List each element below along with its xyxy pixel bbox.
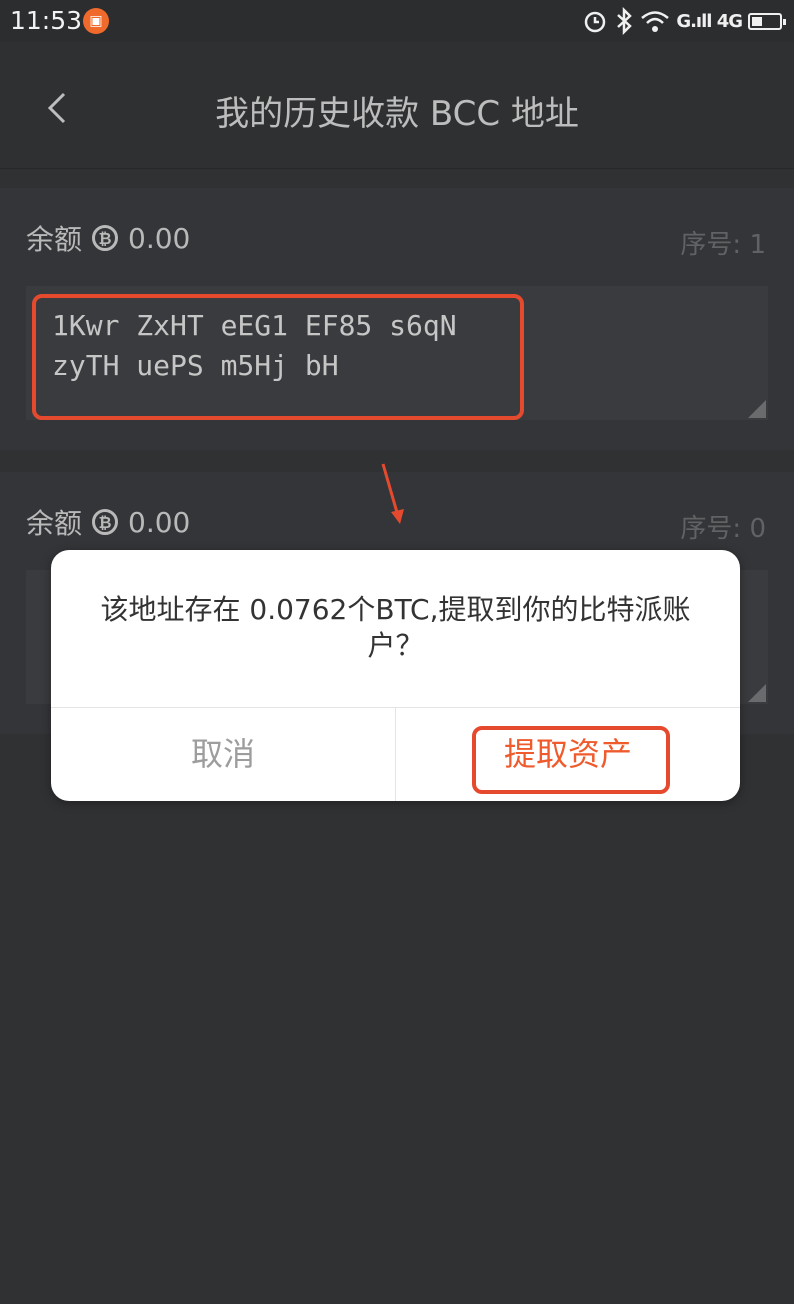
bitcoin-icon: ₿: [92, 509, 119, 535]
serial-number: 序号: 0: [680, 514, 766, 544]
alarm-icon: [585, 11, 606, 33]
app-notification-icon: ▣: [83, 8, 109, 34]
bitcoin-icon: ₿: [92, 225, 119, 251]
bluetooth-icon: [617, 7, 633, 35]
wifi-icon: [641, 11, 670, 32]
page-title: 我的历史收款 BCC 地址: [215, 94, 579, 134]
dialog-message: 该地址存在 0.0762个BTC,提取到你的比特派账户？: [100, 593, 691, 662]
annotation-arrow-icon: [381, 463, 404, 524]
serial-number: 序号: 1: [680, 230, 766, 260]
network-indicator: G.ıll 4G: [676, 10, 743, 32]
balance-row: 余额 ₿ 0.00: [26, 502, 190, 542]
status-time: 11:53: [10, 6, 83, 35]
balance-value: 0.00: [128, 505, 191, 539]
resize-grip-icon: [748, 684, 766, 702]
cancel-button[interactable]: 取消: [51, 708, 395, 801]
confirm-highlight-box: [472, 726, 670, 794]
battery-icon: [748, 12, 786, 30]
balance-label: 余额: [26, 507, 83, 540]
app-header: 我的历史收款 BCC 地址: [0, 42, 794, 169]
status-bar: 11:53 ▣ G.ıll 4G: [0, 0, 794, 42]
status-icons: G.ıll 4G: [582, 6, 786, 36]
balance-row: 余额 ₿ 0.00: [26, 218, 190, 258]
balance-label: 余额: [26, 223, 83, 256]
address-highlight-box: [32, 294, 524, 420]
balance-value: 0.00: [128, 221, 191, 255]
resize-grip-icon: [748, 400, 766, 418]
